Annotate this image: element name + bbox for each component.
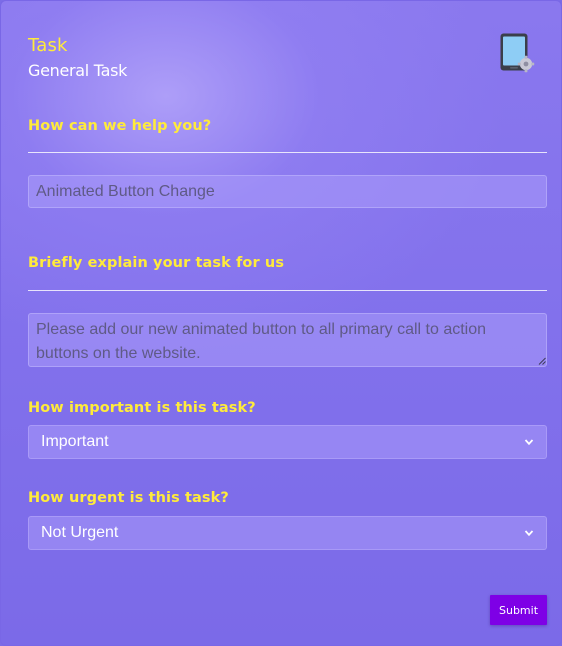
submit-button[interactable]: Submit <box>490 595 547 625</box>
explain-label: Briefly explain your task for us <box>28 255 285 271</box>
chevron-down-icon <box>524 439 534 446</box>
importance-select[interactable]: Important <box>28 425 547 459</box>
resize-handle-icon[interactable] <box>538 357 546 365</box>
help-label: How can we help you? <box>28 118 212 134</box>
urgency-selected-value: Not Urgent <box>41 524 119 541</box>
task-title-input[interactable] <box>28 175 547 208</box>
tablet-settings-icon <box>500 33 535 73</box>
importance-label: How important is this task? <box>28 400 256 416</box>
task-form-card: Task General Task How can we help you? B… <box>1 1 561 645</box>
explain-divider <box>28 290 547 291</box>
help-divider <box>28 152 547 153</box>
importance-selected-value: Important <box>41 433 109 450</box>
page-title: Task <box>28 35 68 56</box>
task-description-textarea[interactable]: Please add our new animated button to al… <box>28 313 547 367</box>
urgency-label: How urgent is this task? <box>28 490 229 506</box>
task-description-text: Please add our new animated button to al… <box>36 321 487 362</box>
urgency-select[interactable]: Not Urgent <box>28 516 547 550</box>
chevron-down-icon <box>524 530 534 537</box>
page-subtitle: General Task <box>28 61 128 80</box>
